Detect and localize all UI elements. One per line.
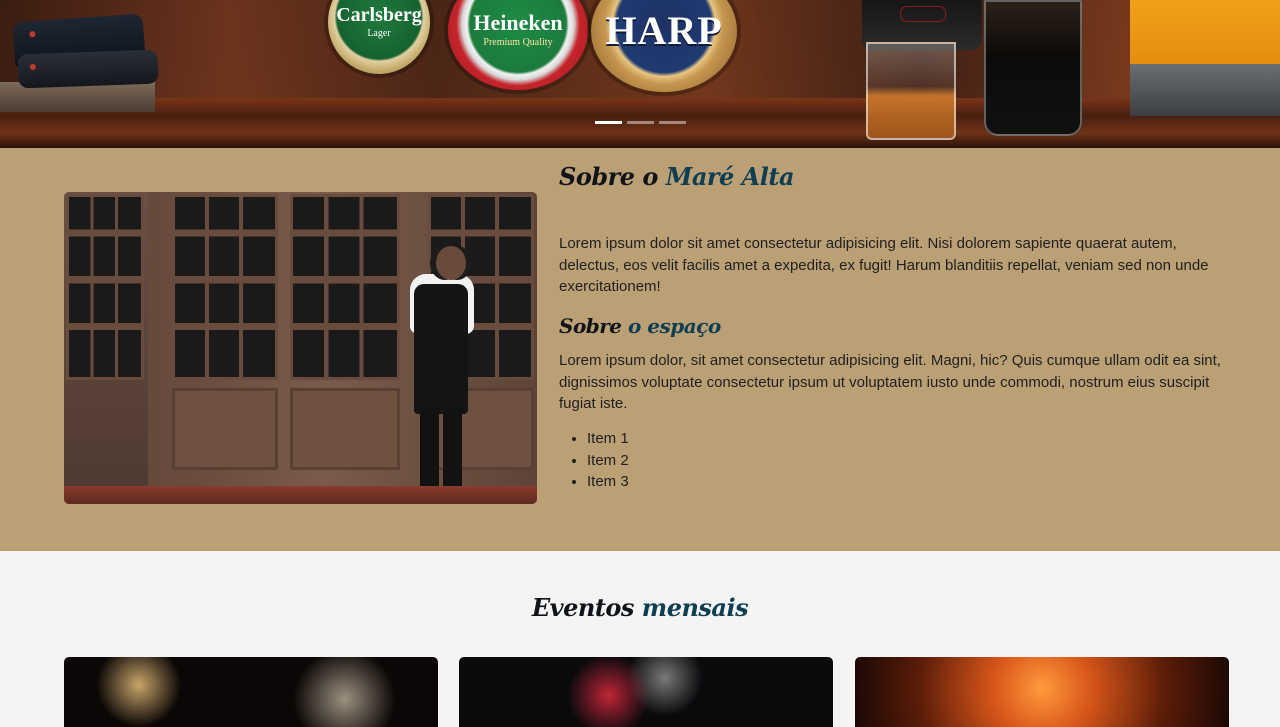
about-title-part2: Maré Alta <box>665 162 795 191</box>
space-title-part1: Sobre <box>559 314 628 338</box>
event-card-2[interactable] <box>459 657 833 727</box>
harp-label: HARP <box>605 8 723 53</box>
carousel-indicators <box>0 121 1280 124</box>
about-paragraph-1: Lorem ipsum dolor sit amet consectetur a… <box>559 235 1209 296</box>
events-section: Eventos mensais <box>0 551 1280 727</box>
about-section: Sobre o Maré Alta Lorem ipsum dolor sit … <box>0 148 1280 551</box>
events-title: Eventos mensais <box>0 593 1280 622</box>
event-card-1[interactable] <box>64 657 438 727</box>
tv-remote-2 <box>17 49 159 89</box>
space-title: Sobre o espaço <box>559 314 721 338</box>
orange-wall <box>1130 0 1280 70</box>
hero-carousel[interactable]: Carlsberg Lager Heineken Premium Quality… <box>0 0 1280 148</box>
whiskey-glass <box>866 42 956 140</box>
events-title-part1: Eventos <box>531 593 642 622</box>
list-item: Item 2 <box>587 450 629 472</box>
heineken-label: Heineken <box>473 10 563 35</box>
storefront-photo <box>64 192 537 504</box>
carlsberg-label: Carlsberg <box>336 4 422 26</box>
about-title: Sobre o Maré Alta <box>559 162 795 191</box>
carlsberg-sub: Lager <box>367 28 391 39</box>
stout-glass <box>984 0 1082 136</box>
about-paragraph-2: Lorem ipsum dolor, sit amet consectetur … <box>559 352 1221 413</box>
coffee-machine <box>1130 64 1280 116</box>
event-card-3[interactable] <box>855 657 1229 727</box>
carousel-indicator-2[interactable] <box>626 121 654 124</box>
space-title-part2: o espaço <box>628 314 721 338</box>
carousel-indicator-3[interactable] <box>658 121 686 124</box>
list-item: Item 1 <box>587 428 629 450</box>
heineken-sub: Premium Quality <box>483 37 553 48</box>
about-title-part1: Sobre o <box>559 162 666 191</box>
events-title-part2: mensais <box>641 593 749 622</box>
items-list: Item 1 Item 2 Item 3 <box>559 428 629 493</box>
list-item: Item 3 <box>587 471 629 493</box>
carousel-indicator-1[interactable] <box>594 121 622 124</box>
